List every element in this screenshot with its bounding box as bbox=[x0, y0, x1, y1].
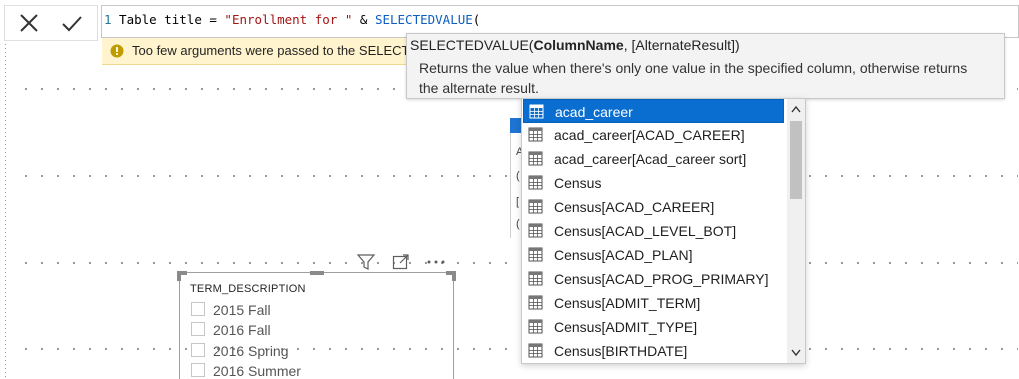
slicer-title: TERM_DESCRIPTION bbox=[190, 283, 306, 295]
autocomplete-item[interactable]: Census[ACAD_LEVEL_BOT] bbox=[523, 219, 784, 243]
signature-help-tooltip: SELECTEDVALUE(ColumnName, [AlternateResu… bbox=[406, 33, 1005, 99]
table-icon bbox=[528, 175, 543, 190]
formula-commit-controls bbox=[4, 5, 98, 41]
column-icon bbox=[528, 319, 543, 334]
background-visual-text: ( bbox=[516, 218, 520, 230]
column-icon bbox=[528, 271, 543, 286]
autocomplete-list[interactable]: acad_career acad_career[ACAD_CAREER] acad_… bbox=[521, 98, 806, 364]
focus-mode-icon[interactable] bbox=[392, 253, 410, 271]
autocomplete-item[interactable]: Census[ACAD_CAREER] bbox=[523, 195, 784, 219]
more-options-icon[interactable] bbox=[426, 258, 446, 266]
formula-text: Table title = bbox=[111, 12, 225, 27]
formula-operator: & bbox=[352, 12, 375, 27]
term-slicer[interactable]: TERM_DESCRIPTION 2015 Fall 2016 Fall 201… bbox=[177, 271, 456, 379]
autocomplete-scrollbar[interactable] bbox=[787, 99, 805, 363]
background-visual-text: ( bbox=[516, 170, 520, 182]
signature-function: SELECTEDVALUE( bbox=[410, 37, 534, 53]
column-icon bbox=[528, 127, 543, 142]
formula-paren: ( bbox=[472, 12, 481, 27]
autocomplete-item-label: Census[ACAD_LEVEL_BOT] bbox=[554, 223, 737, 239]
filter-icon[interactable] bbox=[357, 253, 375, 271]
autocomplete-item-label: Census[BIRTHDATE] bbox=[554, 343, 688, 359]
autocomplete-item[interactable]: acad_career[Acad_career sort] bbox=[523, 147, 784, 171]
autocomplete-item[interactable]: Census[BIRTHDATE] bbox=[523, 339, 784, 363]
checkbox[interactable] bbox=[191, 322, 205, 336]
autocomplete-item-label: Census bbox=[554, 175, 602, 191]
formula-line[interactable]: 1 Table title = "Enrollment for " & SELE… bbox=[104, 12, 480, 27]
signature-description: Returns the value when there's only one … bbox=[419, 60, 968, 96]
autocomplete-item-label: Census[ACAD_CAREER] bbox=[554, 199, 715, 215]
autocomplete-item-label: acad_career bbox=[555, 104, 633, 120]
autocomplete-item-label: Census[ACAD_PLAN] bbox=[554, 247, 693, 263]
slicer-option-label: 2015 Fall bbox=[213, 302, 271, 318]
autocomplete-item[interactable]: Census[ADMIT_TYPE] bbox=[523, 315, 784, 339]
background-visual-text: [ bbox=[516, 196, 520, 208]
autocomplete-item[interactable]: Census[ACAD_PLAN] bbox=[523, 243, 784, 267]
chevron-down-icon[interactable] bbox=[790, 345, 802, 359]
formula-function: SELECTEDVALUE bbox=[374, 12, 473, 27]
slicer-option-label: 2016 Spring bbox=[213, 343, 289, 359]
column-icon bbox=[528, 295, 543, 310]
checkbox[interactable] bbox=[191, 343, 205, 357]
autocomplete-item-label: acad_career[ACAD_CAREER] bbox=[554, 127, 745, 143]
commit-check-icon[interactable] bbox=[62, 13, 82, 33]
scrollbar-thumb[interactable] bbox=[790, 121, 802, 199]
slicer-option[interactable]: 2016 Spring bbox=[191, 343, 289, 359]
chevron-up-icon[interactable] bbox=[790, 103, 802, 117]
warning-icon bbox=[110, 44, 124, 58]
column-icon bbox=[528, 223, 543, 238]
autocomplete-item[interactable]: Census bbox=[523, 171, 784, 195]
column-icon bbox=[528, 199, 543, 214]
slicer-option[interactable]: 2016 Fall bbox=[191, 322, 271, 338]
autocomplete-item-label: acad_career[Acad_career sort] bbox=[554, 151, 747, 167]
signature-active-param: ColumnName bbox=[533, 37, 624, 53]
table-icon bbox=[529, 104, 544, 119]
signature-line: SELECTEDVALUE(ColumnName, [AlternateResu… bbox=[410, 37, 740, 53]
autocomplete-item[interactable]: acad_career bbox=[523, 99, 784, 123]
cancel-icon[interactable] bbox=[19, 13, 39, 33]
column-icon bbox=[528, 151, 543, 166]
signature-rest: , [AlternateResult]) bbox=[623, 37, 740, 53]
autocomplete-item-label: Census[ACAD_PROG_PRIMARY] bbox=[554, 271, 769, 287]
autocomplete-item-label: Census[ADMIT_TERM] bbox=[554, 295, 701, 311]
line-number: 1 bbox=[104, 12, 112, 27]
checkbox[interactable] bbox=[191, 363, 205, 377]
slicer-option[interactable]: 2016 Summer bbox=[191, 363, 301, 379]
column-icon bbox=[528, 247, 543, 262]
autocomplete-item[interactable]: Census[ACAD_PROG_PRIMARY] bbox=[523, 267, 784, 291]
slicer-option-label: 2016 Summer bbox=[213, 363, 301, 379]
autocomplete-item-label: Census[ADMIT_TYPE] bbox=[554, 319, 698, 335]
formula-string: "Enrollment for " bbox=[224, 12, 353, 27]
column-icon bbox=[528, 343, 543, 358]
slicer-option[interactable]: 2015 Fall bbox=[191, 302, 271, 318]
slicer-option-label: 2016 Fall bbox=[213, 322, 271, 338]
autocomplete-item[interactable]: Census[ADMIT_TERM] bbox=[523, 291, 784, 315]
autocomplete-item[interactable]: acad_career[ACAD_CAREER] bbox=[523, 123, 784, 147]
checkbox[interactable] bbox=[191, 302, 205, 316]
